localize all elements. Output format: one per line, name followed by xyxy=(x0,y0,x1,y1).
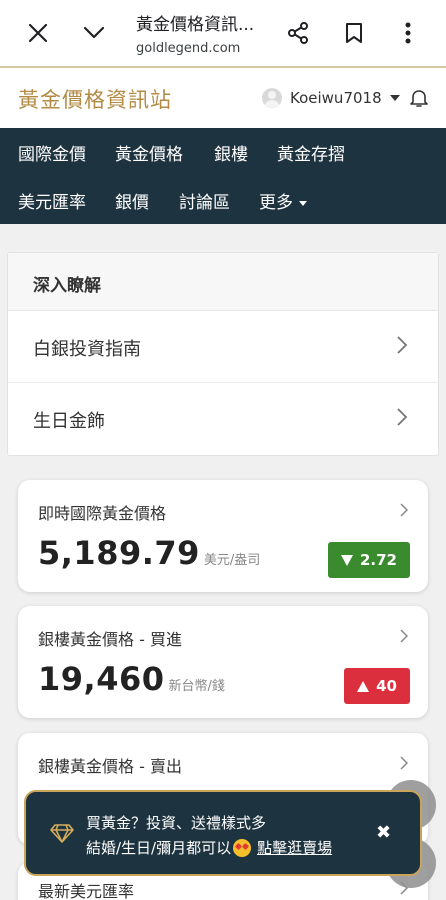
bookmark-icon[interactable] xyxy=(340,0,368,66)
site-header: 黃金價格資訊站 Koeiwu7018 xyxy=(0,66,446,128)
intl-gold-price-card[interactable]: 即時國際黃金價格 5,189.79 美元/盎司 2.72 xyxy=(18,480,428,592)
browser-url: goldlegend.com xyxy=(136,41,241,56)
heart-eyes-emoji-icon xyxy=(233,838,252,857)
chevron-right-icon xyxy=(396,335,408,359)
main-nav: 國際金價 黃金價格 銀樓 黃金存摺 美元匯率 銀價 討論區 更多 xyxy=(0,128,446,224)
price-number: 19,460 xyxy=(38,660,165,698)
nav-item-gold-price[interactable]: 黃金價格 xyxy=(115,140,183,165)
price-unit: 新台幣/錢 xyxy=(168,679,225,694)
card-title: 即時國際黃金價格 xyxy=(38,504,167,523)
deep-dive-item-birthday-jewelry[interactable]: 生日金飾 xyxy=(8,383,438,455)
nav-item-silver-price[interactable]: 銀價 xyxy=(115,188,149,213)
caret-down-icon xyxy=(299,200,307,206)
price-value: 19,460 新台幣/錢 xyxy=(38,660,225,698)
chevron-right-icon xyxy=(400,628,409,647)
site-logo[interactable]: 黃金價格資訊站 xyxy=(18,84,172,114)
change-value: 40 xyxy=(376,677,397,695)
triangle-up-icon xyxy=(357,680,370,692)
nav-more-label: 更多 xyxy=(259,193,293,213)
price-number: 5,189.79 xyxy=(38,534,200,572)
triangle-down-icon xyxy=(340,554,353,566)
store-buy-price-card[interactable]: 銀樓黃金價格 - 買進 19,460 新台幣/錢 40 xyxy=(18,606,428,718)
deep-dive-heading: 深入瞭解 xyxy=(8,253,438,311)
card-title: 最新美元匯率 xyxy=(38,882,135,900)
bell-icon[interactable] xyxy=(410,88,428,112)
change-badge-down: 2.72 xyxy=(328,542,410,578)
deep-dive-card: 深入瞭解 白銀投資指南 生日金飾 xyxy=(7,252,439,456)
chevron-right-icon xyxy=(400,502,409,521)
deep-dive-item-label: 生日金飾 xyxy=(33,411,105,432)
share-icon[interactable] xyxy=(284,0,312,66)
deep-dive-item-label: 白銀投資指南 xyxy=(33,339,141,360)
diamond-icon xyxy=(50,823,74,847)
chevron-right-icon xyxy=(400,755,409,774)
deep-dive-item-silver-guide[interactable]: 白銀投資指南 xyxy=(8,311,438,383)
price-unit: 美元/盎司 xyxy=(203,553,261,568)
close-icon[interactable] xyxy=(22,0,54,66)
change-value: 2.72 xyxy=(359,551,397,569)
browser-page-title: 黃金價格資訊... xyxy=(136,15,255,35)
user-menu[interactable]: Koeiwu7018 xyxy=(262,88,400,108)
nav-item-international-gold[interactable]: 國際金價 xyxy=(18,140,86,165)
toast-text: 結婚/生日/彌月都可以 xyxy=(86,839,232,857)
username: Koeiwu7018 xyxy=(290,89,382,107)
toast-text-line1: 買黃金？投資、送禮樣式多 xyxy=(86,814,267,832)
promo-toast: 買黃金？投資、送禮樣式多 結婚/生日/彌月都可以 點擊逛賣場 ✖ xyxy=(24,790,422,876)
caret-down-icon xyxy=(389,95,400,101)
toast-shop-link[interactable]: 點擊逛賣場 xyxy=(257,837,332,858)
nav-item-jewelry-store[interactable]: 銀樓 xyxy=(214,140,248,165)
nav-item-forum[interactable]: 討論區 xyxy=(179,188,230,213)
browser-title-area[interactable]: 黃金價格資訊... goldlegend.com xyxy=(136,10,276,56)
nav-item-usd-rate[interactable]: 美元匯率 xyxy=(18,188,86,213)
avatar xyxy=(262,88,282,108)
close-icon[interactable]: ✖ xyxy=(376,822,391,843)
card-title: 銀樓黃金價格 - 買進 xyxy=(38,630,182,649)
browser-toolbar: 黃金價格資訊... goldlegend.com xyxy=(0,0,446,66)
chevron-down-icon[interactable] xyxy=(78,0,110,66)
toast-text-line2: 結婚/生日/彌月都可以 點擊逛賣場 xyxy=(86,837,332,858)
chevron-right-icon xyxy=(396,407,408,431)
nav-item-gold-passbook[interactable]: 黃金存摺 xyxy=(277,140,345,165)
price-value: 5,189.79 美元/盎司 xyxy=(38,534,260,572)
change-badge-up: 40 xyxy=(344,668,410,704)
nav-item-more[interactable]: 更多 xyxy=(259,188,307,213)
card-title: 銀樓黃金價格 - 賣出 xyxy=(38,757,182,776)
more-vertical-icon[interactable] xyxy=(396,0,420,66)
